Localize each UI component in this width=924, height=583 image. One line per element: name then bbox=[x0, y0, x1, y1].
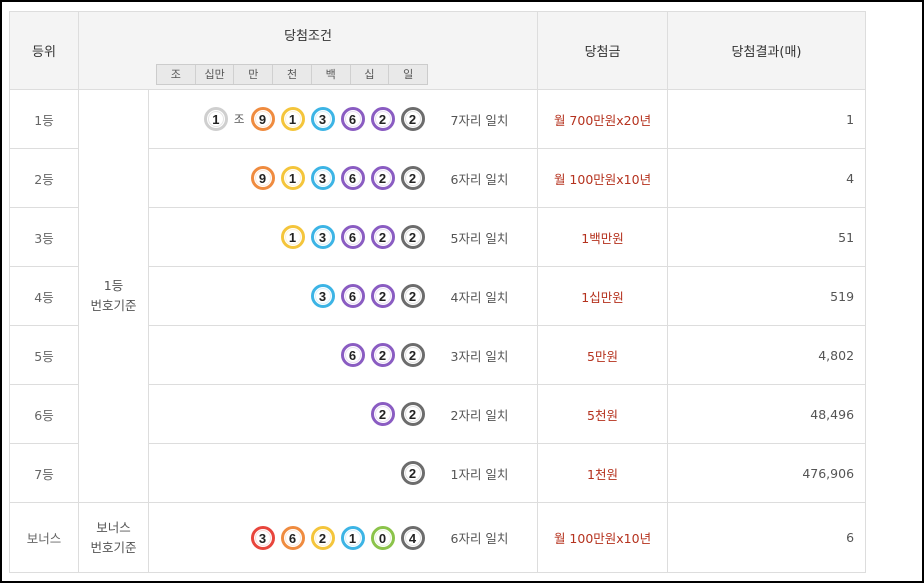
header-rank: 등위 bbox=[9, 11, 79, 90]
rank-cell: 보너스 bbox=[9, 502, 79, 573]
number-ball: 3 bbox=[310, 284, 335, 308]
winner-count-cell: 519 bbox=[667, 266, 867, 326]
number-ball: 2 bbox=[370, 107, 395, 131]
number-ball: 9 bbox=[250, 166, 275, 190]
number-ball: 2 bbox=[400, 225, 425, 249]
number-balls-cell: 3622 bbox=[148, 266, 435, 326]
number-ball: 6 bbox=[340, 107, 365, 131]
jo-ball: 1 bbox=[203, 107, 228, 131]
number-balls-cell: 913622 bbox=[148, 148, 435, 208]
number-balls-cell: 1조913622 bbox=[148, 89, 435, 149]
prize-table: 등위 당첨조건 조 십만 만 천 백 십 일 당첨금 당첨결과(매) 1등 1등 번… bbox=[9, 11, 867, 573]
number-ball: 1 bbox=[280, 166, 305, 190]
number-ball: 2 bbox=[400, 166, 425, 190]
number-ball: 2 bbox=[310, 525, 335, 550]
number-ball: 3 bbox=[310, 166, 335, 190]
number-ball: 6 bbox=[340, 343, 365, 367]
position-100: 백 bbox=[311, 65, 351, 84]
rank-cell: 3등 bbox=[9, 207, 79, 267]
match-cell: 2자리 일치 bbox=[434, 384, 539, 444]
match-cell: 3자리 일치 bbox=[434, 325, 539, 385]
winner-count-cell: 476,906 bbox=[667, 443, 867, 503]
rank-cell: 7등 bbox=[9, 443, 79, 503]
basis-cell: 1등번호기준 bbox=[78, 89, 149, 503]
number-balls-cell: 13622 bbox=[148, 207, 435, 267]
match-cell: 6자리 일치 bbox=[434, 148, 539, 208]
match-cell: 1자리 일치 bbox=[434, 443, 539, 503]
position-1: 일 bbox=[389, 65, 428, 84]
position-10k: 만 bbox=[234, 65, 274, 84]
number-ball: 3 bbox=[250, 525, 275, 550]
winner-count-cell: 51 bbox=[667, 207, 867, 267]
number-ball: 2 bbox=[370, 166, 395, 190]
number-ball: 2 bbox=[370, 225, 395, 249]
position-1k: 천 bbox=[273, 65, 312, 84]
match-cell: 5자리 일치 bbox=[434, 207, 539, 267]
number-ball: 0 bbox=[370, 525, 395, 550]
bonus-basis-cell: 보너스번호기준 bbox=[78, 502, 149, 573]
prize-row: 1등 1등 번호기준 1 조 9 1 3 6 2 2 7자리 일치 월 700만원x20년 1 bbox=[9, 89, 867, 503]
basis-line2: 번호기준 bbox=[90, 298, 137, 313]
number-ball: 3 bbox=[310, 225, 335, 249]
prize-cell: 5천원 bbox=[537, 384, 669, 444]
position-bar: 조 십만 만 천 백 십 일 bbox=[156, 64, 428, 85]
match-cell: 7자리 일치 bbox=[434, 89, 539, 149]
rank-cell: 2등 bbox=[9, 148, 79, 208]
number-balls-cell: 362104 bbox=[148, 502, 435, 573]
number-ball: 6 bbox=[340, 225, 365, 249]
prize-cell: 1십만원 bbox=[537, 266, 669, 326]
prize-cell: 월 100만원x10년 bbox=[537, 148, 669, 208]
number-balls-cell: 2 bbox=[148, 443, 435, 503]
number-ball: 4 bbox=[400, 525, 425, 550]
prize-rows: 1등 1등 번호기준 1 조 9 1 3 6 2 2 7자리 일치 월 700만원x20년 1 2등 9 1 3 6… bbox=[9, 89, 867, 573]
basis-line1: 1등 bbox=[103, 278, 124, 293]
number-ball: 6 bbox=[340, 166, 365, 190]
number-ball: 6 bbox=[280, 525, 305, 550]
winner-count-cell: 1 bbox=[667, 89, 867, 149]
prize-cell: 5만원 bbox=[537, 325, 669, 385]
winner-count-cell: 6 bbox=[667, 502, 867, 573]
winner-count-cell: 48,496 bbox=[667, 384, 867, 444]
number-balls-cell: 622 bbox=[148, 325, 435, 385]
prize-row: 보너스 보너스 번호기준 3 6 2 1 0 4 6자리 일치 월 100만원x10년 6 bbox=[9, 502, 867, 573]
header-condition-label: 당첨조건 bbox=[284, 29, 332, 44]
rank-cell: 4등 bbox=[9, 266, 79, 326]
number-ball: 2 bbox=[400, 461, 425, 485]
number-ball: 1 bbox=[280, 225, 305, 249]
results-frame: 등위 당첨조건 조 십만 만 천 백 십 일 당첨금 당첨결과(매) 1등 1등 번… bbox=[0, 0, 924, 583]
number-ball: 1 bbox=[280, 107, 305, 131]
header-result: 당첨결과(매) bbox=[667, 11, 867, 90]
position-10: 십 bbox=[350, 65, 390, 84]
prize-cell: 1천원 bbox=[537, 443, 669, 503]
prize-cell: 1백만원 bbox=[537, 207, 669, 267]
number-ball: 2 bbox=[370, 343, 395, 367]
winner-count-cell: 4,802 bbox=[667, 325, 867, 385]
rank-cell: 6등 bbox=[9, 384, 79, 444]
jo-label: 조 bbox=[233, 112, 245, 126]
prize-cell: 월 100만원x10년 bbox=[537, 502, 669, 573]
number-ball: 3 bbox=[310, 107, 335, 131]
header-prize: 당첨금 bbox=[537, 11, 669, 90]
number-ball: 2 bbox=[400, 284, 425, 308]
match-cell: 6자리 일치 bbox=[434, 502, 539, 573]
position-jo: 조 bbox=[157, 65, 196, 84]
winner-count-cell: 4 bbox=[667, 148, 867, 208]
number-ball: 9 bbox=[250, 107, 275, 131]
rank-cell: 1등 bbox=[9, 89, 79, 149]
prize-cell: 월 700만원x20년 bbox=[537, 89, 669, 149]
header-condition: 당첨조건 조 십만 만 천 백 십 일 bbox=[77, 11, 539, 90]
number-balls-cell: 22 bbox=[148, 384, 435, 444]
rank-cell: 5등 bbox=[9, 325, 79, 385]
number-ball: 2 bbox=[370, 402, 395, 426]
basis-line2: 번호기준 bbox=[90, 539, 137, 555]
number-ball: 2 bbox=[400, 343, 425, 367]
number-ball: 1 bbox=[340, 525, 365, 550]
number-ball: 6 bbox=[340, 284, 365, 308]
number-ball: 2 bbox=[370, 284, 395, 308]
number-ball: 2 bbox=[400, 402, 425, 426]
number-ball: 2 bbox=[400, 107, 425, 131]
match-cell: 4자리 일치 bbox=[434, 266, 539, 326]
position-100k: 십만 bbox=[195, 65, 235, 84]
basis-line1: 보너스 bbox=[96, 519, 131, 535]
